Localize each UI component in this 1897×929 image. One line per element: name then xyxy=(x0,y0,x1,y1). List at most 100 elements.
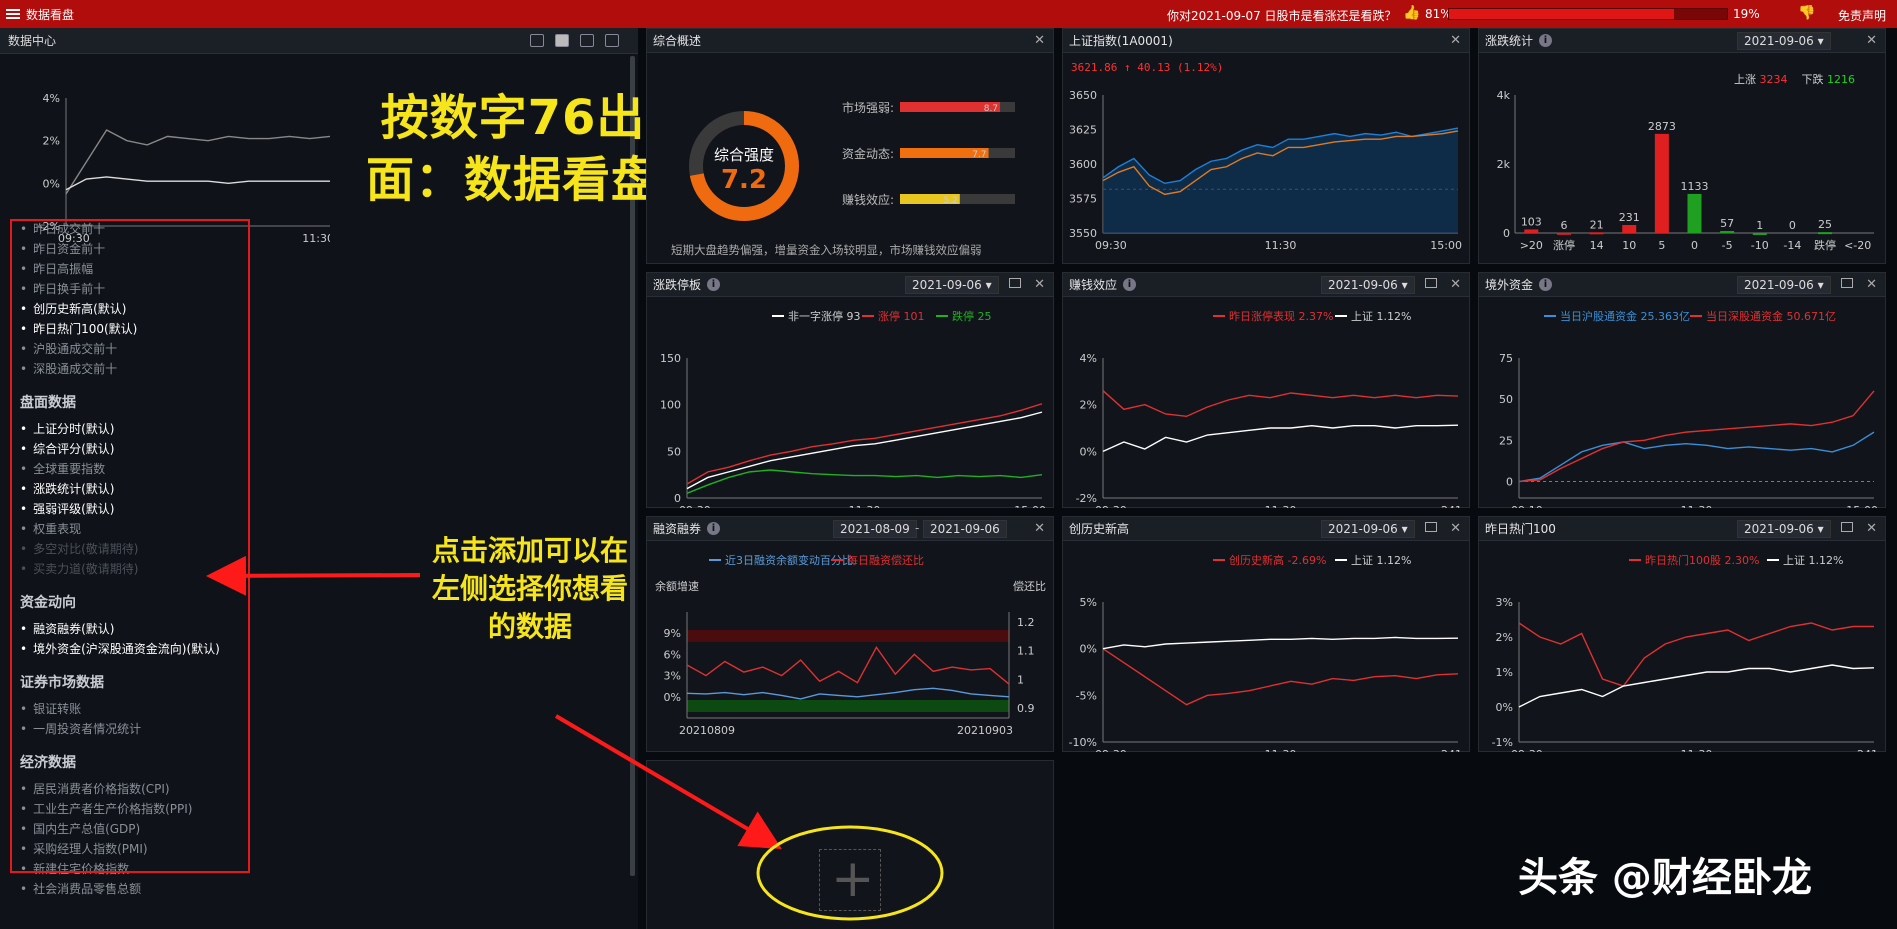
gauge-label: 综合强度 xyxy=(714,146,774,164)
limit-panel: 涨跌停板i2021-09-06 ▾✕ 15010050009:3011:3015… xyxy=(646,272,1054,508)
bar-value-label: 103 xyxy=(1521,215,1542,228)
close-icon[interactable]: ✕ xyxy=(1866,33,1877,48)
y2-tick-label: 1 xyxy=(1017,673,1024,686)
annotation-hint: 点击添加可以在左侧选择你想看的数据 xyxy=(431,534,628,643)
upper-band xyxy=(687,630,1009,642)
bar-value-label: 57 xyxy=(1720,217,1734,230)
y-tick-label: 150 xyxy=(660,352,681,365)
legend-label: 昨日热门100股 2.30% xyxy=(1645,553,1759,567)
y-tick-label: 75 xyxy=(1499,352,1513,365)
disclaimer-link[interactable]: 免责声明 xyxy=(1838,7,1886,24)
close-icon[interactable]: ✕ xyxy=(1034,521,1045,536)
thumbs-down-icon[interactable]: 👎 xyxy=(1798,5,1815,21)
series-line xyxy=(65,129,330,195)
watermark: 头条 @财经卧龙 xyxy=(1518,855,1812,901)
foreign-chart: 75 50 25 0 09:10 11:30 15:00 当日沪股通资金 25.363亿 当日深… xyxy=(1499,309,1878,508)
series-line xyxy=(1102,424,1459,452)
x-tick-label: 11:30 xyxy=(849,504,881,508)
bar xyxy=(1622,225,1637,233)
info-icon[interactable]: i xyxy=(707,522,721,535)
info-icon[interactable]: i xyxy=(707,278,721,291)
profit-title: 赚钱效应 xyxy=(1069,278,1118,292)
y-tick-label: 4% xyxy=(1080,352,1097,365)
x-tick-label: 09:30 xyxy=(679,504,711,508)
maximize-icon[interactable] xyxy=(1425,278,1437,288)
x-tick-label: 11:30 xyxy=(1265,239,1297,252)
note-icon[interactable] xyxy=(580,34,594,47)
newhigh-header: 创历史新高 2021-09-06 ▾ ✕ xyxy=(1063,517,1469,541)
profit-panel: 赚钱效应 i 2021-09-06 ▾ ✕ 4% 2% 0% -2%09:30 11:30 24… xyxy=(1062,272,1470,508)
newhigh-title: 创历史新高 xyxy=(1069,522,1130,536)
date-select[interactable]: 2021-09-06 ▾ xyxy=(1321,276,1415,294)
close-icon[interactable]: ✕ xyxy=(1866,277,1877,292)
add-panel: + xyxy=(646,760,1054,929)
x-tick-label: 09:30 xyxy=(1095,748,1127,752)
close-icon[interactable]: ✕ xyxy=(1034,33,1045,48)
bar-value-label: 6 xyxy=(1560,219,1567,232)
app-title: 数据看盘 xyxy=(26,7,75,22)
date-value: 2021-08-09 xyxy=(840,522,910,536)
y-tick-label: -1% xyxy=(1492,736,1513,749)
grid-icon[interactable] xyxy=(555,34,569,47)
profit-header: 赚钱效应 i 2021-09-06 ▾ ✕ xyxy=(1063,273,1469,297)
start-date-select[interactable]: 2021-08-09 xyxy=(833,520,917,538)
y-tick-label: 50 xyxy=(1499,393,1513,406)
hot-panel: 昨日热门100 2021-09-06 ▾ ✕ 3% 2% 1% 0% -1%09:30 11:… xyxy=(1478,516,1886,752)
menu-icon[interactable] xyxy=(6,9,20,19)
close-icon[interactable]: ✕ xyxy=(1450,33,1461,48)
date-select[interactable]: 2021-09-06 ▾ xyxy=(905,276,999,294)
foreign-title: 境外资金 xyxy=(1485,278,1534,292)
x-tick-label: 11:30 xyxy=(1265,504,1297,508)
limit-chart: 15010050009:3011:3015:00非一字涨停 93涨停 101跌停… xyxy=(660,309,1046,508)
info-icon[interactable]: i xyxy=(1539,278,1553,291)
updown-chart: 4k 2k 0 103 >20 6 涨停 21 14 231 10 2873 5 1133 0 57 -5 1 -1… xyxy=(1497,89,1874,252)
sh-index-panel: 上证指数(1A0001) ✕ 3621.86 ↑ 40.13 (1.12%) 36… xyxy=(1062,28,1470,264)
info-icon[interactable]: i xyxy=(1123,278,1137,291)
left-axis-label: 余额增速 xyxy=(655,579,699,593)
exit-icon[interactable] xyxy=(605,34,619,47)
legend-label: 上证 1.12% xyxy=(1783,554,1843,567)
series-line xyxy=(1102,636,1459,650)
y-tick-label: 3550 xyxy=(1069,227,1097,240)
series-line xyxy=(1518,664,1875,708)
close-icon[interactable]: ✕ xyxy=(1450,521,1461,536)
bar xyxy=(1524,229,1539,233)
maximize-icon[interactable] xyxy=(1009,278,1021,288)
y-tick-label: 0% xyxy=(664,691,681,704)
maximize-icon[interactable] xyxy=(1425,522,1437,532)
date-select[interactable]: 2021-09-06 ▾ xyxy=(1321,520,1415,538)
legend-label: 每日融资偿还比 xyxy=(847,553,924,567)
y-tick-label: -10% xyxy=(1069,736,1097,749)
y-tick-label: 2% xyxy=(1496,631,1513,644)
y-tick-label: 25 xyxy=(1499,434,1513,447)
y-tick-label: 2k xyxy=(1497,158,1511,171)
date-select[interactable]: 2021-09-06 ▾ xyxy=(1737,520,1831,538)
info-icon[interactable]: i xyxy=(1539,34,1553,47)
bar xyxy=(1589,232,1604,235)
sidebar-item[interactable]: 社会消费品零售总额 xyxy=(20,880,141,897)
x-tick-label: 15:00 xyxy=(1014,504,1046,508)
newhigh-chart: 5% 0% -5% -10%09:30 11:30 241 创历史新高 -2.69% 上证 1… xyxy=(1069,553,1462,752)
updown-header: 涨跌统计 i 2021-09-06 ▾ ✕ xyxy=(1479,29,1885,53)
y-tick-label: 3600 xyxy=(1069,158,1097,171)
add-widget-button[interactable]: + xyxy=(819,849,881,911)
x-tick-label: 09:30 xyxy=(1511,748,1543,752)
close-icon[interactable]: ✕ xyxy=(1034,277,1045,292)
date-value: 2021-09-06 xyxy=(1328,278,1398,292)
x-tick-label: 5 xyxy=(1658,239,1665,252)
view-toggle-icon[interactable] xyxy=(530,34,544,47)
overview-chart: 综合强度7.2 市场强弱: 8.7 资金动态: 7.7 赚钱效应: 5.2 短期大盘趋势偏强，… xyxy=(671,100,1015,257)
thumbs-up-icon[interactable]: 👍 xyxy=(1403,5,1420,21)
close-icon[interactable]: ✕ xyxy=(1450,277,1461,292)
bar-value-label: 25 xyxy=(1818,218,1832,231)
date-select[interactable]: 2021-09-06 ▾ xyxy=(1737,32,1831,50)
maximize-icon[interactable] xyxy=(1841,278,1853,288)
bar xyxy=(1654,133,1669,233)
close-icon[interactable]: ✕ xyxy=(1866,521,1877,536)
date-select[interactable]: 2021-09-06 ▾ xyxy=(1737,276,1831,294)
y-tick-label: 3625 xyxy=(1069,124,1097,137)
hot-header: 昨日热门100 2021-09-06 ▾ ✕ xyxy=(1479,517,1885,541)
maximize-icon[interactable] xyxy=(1841,522,1853,532)
end-date-select[interactable]: 2021-09-06 xyxy=(923,520,1007,538)
y-tick-label: 0 xyxy=(1503,227,1510,240)
